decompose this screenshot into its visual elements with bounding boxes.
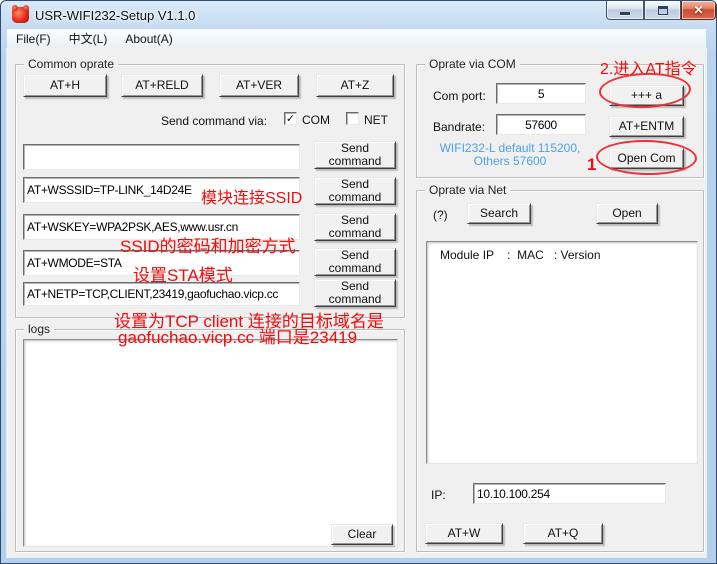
annotation-wskey: SSID的密码和加密方式	[120, 232, 296, 257]
baudrate-hint: WIFI232-L default 115200, Others 57600	[426, 142, 594, 168]
app-icon-ear	[23, 5, 29, 11]
send-command-button-1[interactable]: Send command	[314, 141, 396, 169]
com-port-label: Com port:	[433, 89, 486, 103]
window-title: USR-WIFI232-Setup V1.1.0	[35, 8, 195, 23]
bandrate-input[interactable]	[496, 114, 586, 135]
annotation-ssid: 模块连接SSID	[201, 184, 302, 208]
logs-title: logs	[24, 322, 54, 336]
common-oprate-title: Common oprate	[24, 57, 118, 71]
check-icon: ✓	[286, 113, 295, 124]
open-button[interactable]: Open	[596, 203, 658, 224]
at-w-button[interactable]: AT+W	[425, 523, 503, 544]
maximize-button[interactable]	[644, 1, 681, 20]
at-z-button[interactable]: AT+Z	[316, 74, 394, 97]
oprate-via-com-title: Oprate via COM	[425, 57, 520, 71]
annotation-netp-line2: gaofuchao.vicp.cc 端口是23419	[118, 323, 357, 348]
module-list-header: Module IP : MAC : Version	[440, 248, 601, 262]
com-checkbox[interactable]: ✓	[284, 112, 297, 125]
at-ver-button[interactable]: AT+VER	[219, 74, 299, 97]
baudrate-hint-line2: Others 57600	[474, 154, 547, 168]
minimize-button[interactable]	[606, 1, 644, 20]
search-button[interactable]: Search	[467, 203, 531, 224]
at-reld-button[interactable]: AT+RELD	[121, 74, 203, 97]
net-checkbox-label: NET	[364, 113, 388, 127]
send-command-button-5[interactable]: Send command	[314, 279, 396, 307]
menu-about[interactable]: About(A)	[116, 29, 181, 49]
help-label[interactable]: (?)	[433, 208, 448, 222]
com-port-input[interactable]	[496, 83, 586, 104]
titlebar[interactable]: USR-WIFI232-Setup V1.1.0 ✕	[1, 1, 717, 29]
close-icon: ✕	[693, 2, 703, 19]
bandrate-label: Bandrate:	[433, 120, 485, 134]
menubar: File(F) 中文(L) About(A)	[7, 29, 706, 49]
at-entm-button[interactable]: AT+ENTM	[609, 116, 684, 137]
send-via-label: Send command via:	[161, 114, 267, 128]
annotation-step1: 1	[587, 155, 596, 175]
app-icon	[12, 7, 29, 23]
send-command-button-4[interactable]: Send command	[314, 248, 396, 276]
at-q-button[interactable]: AT+Q	[523, 523, 603, 544]
app-icon-ear	[12, 5, 18, 11]
close-button[interactable]: ✕	[681, 1, 716, 20]
at-h-button[interactable]: AT+H	[23, 74, 107, 97]
menu-file[interactable]: File(F)	[7, 29, 60, 49]
logs-box[interactable]	[23, 339, 398, 547]
ip-input[interactable]	[473, 483, 666, 504]
menu-language[interactable]: 中文(L)	[60, 29, 117, 49]
maximize-icon	[658, 6, 668, 15]
command-input-1[interactable]	[23, 144, 300, 170]
clear-button[interactable]: Clear	[331, 524, 393, 545]
module-list-box[interactable]: Module IP : MAC : Version	[426, 241, 698, 464]
annotation-wmode: 设置STA模式	[133, 261, 233, 286]
minimize-icon	[620, 12, 630, 15]
send-command-button-3[interactable]: Send command	[314, 213, 396, 241]
com-checkbox-label: COM	[302, 113, 330, 127]
ip-label: IP:	[431, 488, 446, 502]
net-checkbox[interactable]	[346, 112, 359, 125]
app-window: USR-WIFI232-Setup V1.1.0 ✕ File(F) 中文(L)…	[0, 0, 717, 564]
send-command-button-2[interactable]: Send command	[314, 177, 396, 205]
baudrate-hint-line1: WIFI232-L default 115200,	[440, 141, 581, 155]
oprate-via-net-title: Oprate via Net	[425, 183, 510, 197]
